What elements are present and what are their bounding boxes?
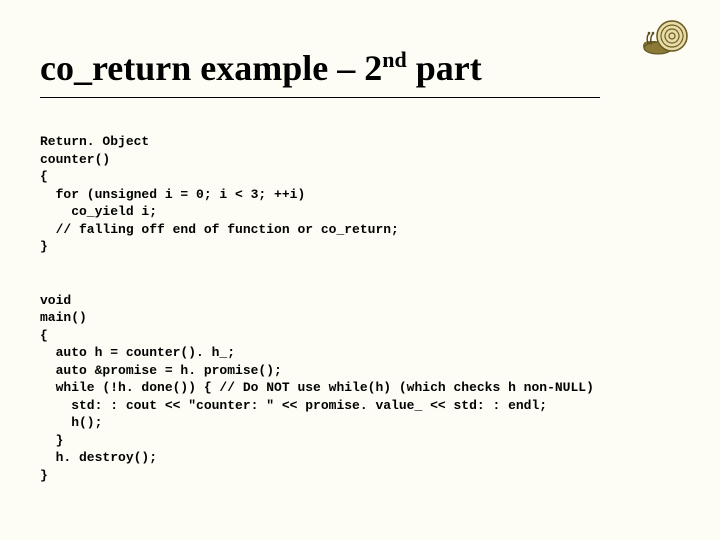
code-line: } xyxy=(40,468,48,483)
snail-icon xyxy=(642,14,698,58)
title-pre: co_return example – 2 xyxy=(40,48,382,88)
title-rule xyxy=(40,97,600,98)
code-line: } xyxy=(40,433,63,448)
code-line: { xyxy=(40,328,48,343)
code-line: h. destroy(); xyxy=(40,450,157,465)
code-block-counter: Return. Object counter() { for (unsigned… xyxy=(40,116,680,256)
title-sup: nd xyxy=(382,47,406,72)
code-line: } xyxy=(40,239,48,254)
title-post: part xyxy=(407,48,482,88)
slide-title: co_return example – 2nd part xyxy=(40,48,680,89)
code-line: counter() xyxy=(40,152,110,167)
code-line: Return. Object xyxy=(40,134,149,149)
code-line: co_yield i; xyxy=(40,204,157,219)
code-line: while (!h. done()) { // Do NOT use while… xyxy=(40,380,594,395)
slide: co_return example – 2nd part Return. Obj… xyxy=(0,0,720,540)
code-block-main: void main() { auto h = counter(). h_; au… xyxy=(40,274,680,485)
code-line: std: : cout << "counter: " << promise. v… xyxy=(40,398,547,413)
code-line: // falling off end of function or co_ret… xyxy=(40,222,399,237)
code-line: h(); xyxy=(40,415,102,430)
code-line: void xyxy=(40,293,71,308)
code-line: auto &promise = h. promise(); xyxy=(40,363,282,378)
code-line: { xyxy=(40,169,48,184)
code-line: for (unsigned i = 0; i < 3; ++i) xyxy=(40,187,305,202)
code-line: main() xyxy=(40,310,87,325)
code-line: auto h = counter(). h_; xyxy=(40,345,235,360)
